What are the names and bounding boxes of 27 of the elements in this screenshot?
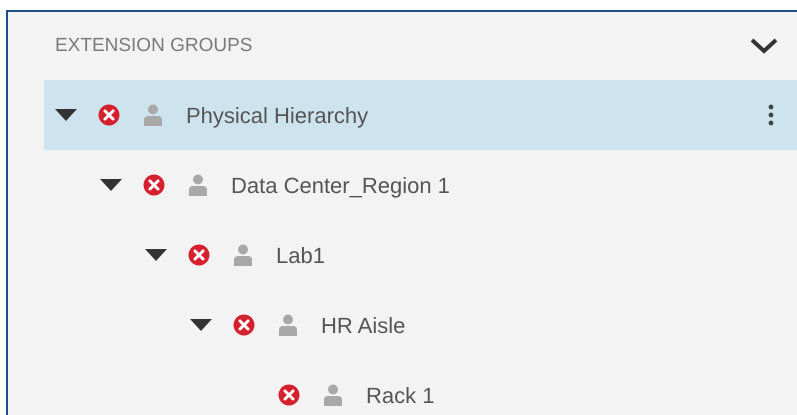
person-icon xyxy=(324,384,342,406)
node-label: Lab1 xyxy=(276,242,325,270)
caret-down-icon[interactable] xyxy=(55,108,77,122)
panel-title: EXTENSION GROUPS xyxy=(55,34,252,58)
node-label: Rack 1 xyxy=(366,382,434,410)
node-label: HR Aisle xyxy=(321,312,406,340)
person-icon xyxy=(234,244,252,266)
person-icon xyxy=(144,104,162,126)
person-icon xyxy=(189,174,207,196)
tree-row[interactable]: Physical Hierarchy xyxy=(44,80,797,150)
caret-down-icon[interactable] xyxy=(190,318,212,332)
node-label: Data Center_Region 1 xyxy=(231,172,450,200)
tree-row[interactable]: HR Aisle xyxy=(44,290,797,360)
error-icon xyxy=(143,174,165,196)
tree-row[interactable]: Data Center_Region 1 xyxy=(44,150,797,220)
tree-row[interactable]: Lab1 xyxy=(44,220,797,290)
error-icon xyxy=(233,314,255,336)
error-icon xyxy=(98,104,120,126)
caret-down-icon[interactable] xyxy=(100,178,122,192)
tree-row[interactable]: Rack 1 xyxy=(44,360,797,415)
error-icon xyxy=(278,384,300,406)
error-icon xyxy=(188,244,210,266)
chevron-down-icon[interactable] xyxy=(749,36,779,56)
node-label: Physical Hierarchy xyxy=(186,102,368,130)
caret-down-icon[interactable] xyxy=(145,248,167,262)
more-options-icon[interactable] xyxy=(767,104,775,126)
person-icon xyxy=(279,314,297,336)
